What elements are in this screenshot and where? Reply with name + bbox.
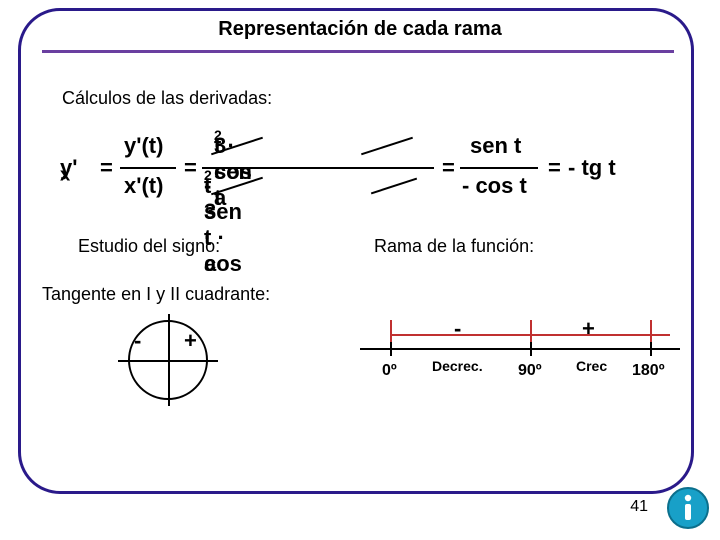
- f2-bot-rest: t: [204, 173, 211, 199]
- sign-quadrant-diagram: - +: [90, 312, 240, 412]
- label-0: 0º: [382, 362, 397, 380]
- label-180: 180º: [632, 362, 665, 380]
- label-90: 90º: [518, 362, 542, 380]
- tick-0: [390, 342, 392, 356]
- slide-title: Representación de cada rama: [0, 18, 720, 41]
- title-underline: [42, 50, 674, 53]
- region-sign-plus: +: [582, 316, 595, 342]
- frac3-bar: [460, 167, 538, 169]
- lhs-yprime: y': [60, 155, 77, 181]
- region-sign-minus: -: [454, 316, 461, 342]
- frac3-bot: - cos t: [462, 173, 527, 199]
- quadrant-plus: +: [184, 328, 197, 354]
- tick-90: [530, 342, 532, 356]
- heading-tangente: Tangente en I y II cuadrante:: [42, 284, 270, 305]
- frac2-bar: [202, 167, 434, 169]
- equals-4: =: [548, 155, 561, 181]
- equals-2: =: [184, 155, 197, 181]
- frac1-bot: x'(t): [124, 173, 163, 199]
- label-crec: Crec: [576, 358, 607, 374]
- heading-rama: Rama de la función:: [374, 236, 534, 257]
- cancel-mark-4: [371, 178, 417, 195]
- heading-calculos: Cálculos de las derivadas:: [62, 88, 272, 109]
- equals-3: =: [442, 155, 455, 181]
- derivative-formula: y'x = y'(t) x'(t) = 3 · a · sen2t · cos …: [60, 125, 652, 213]
- frac3-top: sen t: [470, 133, 521, 159]
- heading-signo: Estudio del signo:: [78, 236, 220, 257]
- cancel-mark-2: [361, 137, 413, 156]
- rama-axis: [360, 348, 680, 350]
- equals-1: =: [100, 155, 113, 181]
- rhs-tgt: - tg t: [568, 155, 616, 181]
- rama-numberline: - + 0º Decrec. 90º Crec 180º: [360, 300, 680, 420]
- info-icon[interactable]: [666, 486, 710, 530]
- frac1-bar: [120, 167, 176, 169]
- page-number: 41: [630, 498, 648, 516]
- label-decrec: Decrec.: [432, 358, 483, 374]
- quadrant-minus: -: [134, 328, 141, 354]
- tick-180: [650, 342, 652, 356]
- frac1-top: y'(t): [124, 133, 163, 159]
